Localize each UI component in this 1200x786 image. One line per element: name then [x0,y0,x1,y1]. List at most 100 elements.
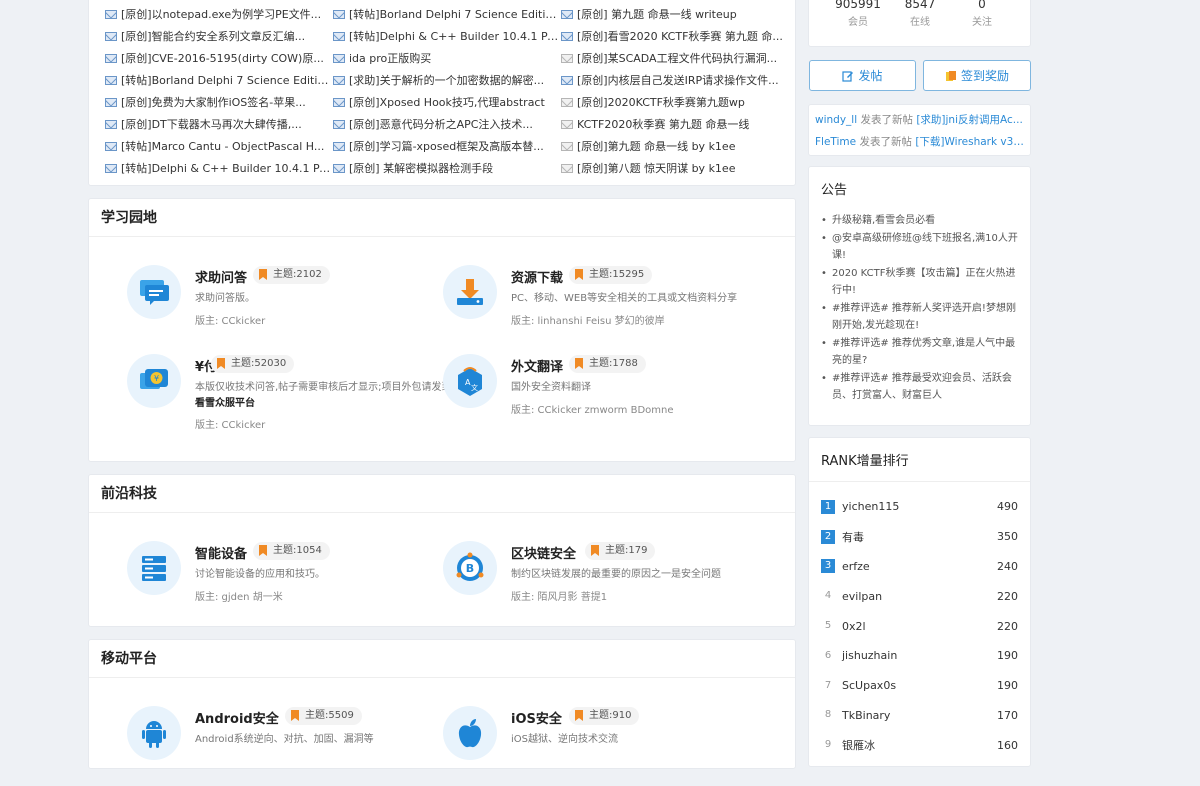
post-link[interactable]: [转帖]Delphi & C++ Builder 10.4.1 Pa... [333,25,561,47]
coin-icon [945,70,956,81]
post-link[interactable]: [原创]CVE-2016-5195(dirty COW)原... [105,47,333,69]
rank-user[interactable]: jishuzhain [842,649,988,662]
post-link[interactable]: [原创]恶意代码分析之APC注入技术... [333,113,561,135]
mail-read-icon [561,163,573,173]
rank-score: 490 [997,500,1018,514]
rank-user[interactable]: erfze [842,560,988,573]
post-link[interactable]: [转帖]Borland Delphi 7 Science Editio... [333,3,561,25]
post-link[interactable]: [原创] 某解密模拟器检测手段 [333,157,561,179]
notice-item[interactable]: #推荐评选# 推荐新人奖评选开启!梦想刚刚开始,发光趁现在! [821,300,1018,334]
post-link[interactable]: [原创]学习篇-xposed框架及高版本替... [333,135,561,157]
latest-posts-panel: [原创]以notepad.exe为例学习PE文件... [转帖]Borland … [88,0,796,186]
bookmark-icon [259,545,267,556]
forum-name[interactable]: 求助问答 [195,267,247,286]
forum-desc: 本版仅收技术问答,帖子需要审核后才显示;项目外包请发到看雪众服平台 [195,382,452,409]
forum-name[interactable]: 智能设备 [195,543,247,562]
mail-icon [561,9,573,19]
forum-ios[interactable]: iOS安全 主题:910 iOS越狱、逆向技术交流 [443,706,763,786]
post-link[interactable]: [原创]2020KCTF秋季赛第九题wp [561,91,789,113]
forum-moderators: 版主: CCkicker [195,420,266,431]
download-icon [443,265,497,319]
rank-row: 4 evilpan 220 [821,581,1018,611]
notice-item[interactable]: @安卓高级研修班@线下班报名,满10人开课! [821,230,1018,264]
bookmark-icon [291,710,299,721]
post-link[interactable]: [转帖]Borland Delphi 7 Science Editio... [105,69,333,91]
forum-blockchain[interactable]: B 区块链安全 主题:179 制约区块链发展的最重要的原因之一是安全问题 版主:… [443,541,763,621]
topic-count-badge: 主题:910 [569,707,640,725]
rank-row: 5 0x2l 220 [821,611,1018,641]
forum-paid-qa[interactable]: ¥ ¥付费问答 主题:52030 本版仅收技术问答,帖子需要审核后才显示;项目外… [127,354,452,434]
rank-title: RANK增量排行 [809,450,1030,482]
rank-user[interactable]: yichen115 [842,500,988,513]
mail-icon [105,31,117,41]
post-link[interactable]: [原创]看雪2020 KCTF秋季赛 第九题 命... [561,25,789,47]
post-link[interactable]: [原创]第八题 惊天阴谋 by k1ee [561,157,789,179]
feed-item[interactable]: FleTime 发表了新帖 [下载]Wireshark v3.... [815,131,1024,153]
rank-user[interactable]: TkBinary [842,709,988,722]
mail-read-icon [561,119,573,129]
post-link[interactable]: ida pro正版购买 [333,47,561,69]
forum-resources[interactable]: 资源下载 主题:15295 PC、移动、WEB等安全相关的工具或文档资料分享 版… [443,265,763,345]
post-link[interactable]: [原创]Xposed Hook技巧,代理abstract [333,91,561,113]
signin-reward-button[interactable]: 签到奖励 [923,60,1031,91]
mail-icon [105,97,117,107]
post-link[interactable]: [求助]关于解析的一个加密数据的解密... [333,69,561,91]
mail-read-icon [561,53,573,63]
mail-icon [105,119,117,129]
forum-name[interactable]: 外文翻译 [511,356,563,375]
mail-icon [333,119,345,129]
rank-user[interactable]: ScUpax0s [842,679,988,692]
bookmark-icon [575,710,583,721]
edit-icon [842,70,854,82]
section-learning: 学习园地 求助问答 主题:2102 求助问答版。 版主: CCkicker 资源… [88,198,796,462]
forum-smart-devices[interactable]: 智能设备 主题:1054 讨论智能设备的应用和技巧。 版主: gjden 胡一米 [127,541,447,621]
post-link[interactable]: [原创]某SCADA工程文件代码执行漏洞... [561,47,789,69]
rank-number: 4 [824,590,832,602]
post-link[interactable]: [原创]第九题 命悬一线 by k1ee [561,135,789,157]
notice-item[interactable]: 升级秘籍,看雪会员必看 [821,212,1018,229]
forum-name[interactable]: iOS安全 [511,708,562,727]
rank-user[interactable]: 银雁冰 [842,737,988,753]
post-link[interactable]: [转帖]Delphi & C++ Builder 10.4.1 Pa... [105,157,333,179]
post-link[interactable]: KCTF2020秋季赛 第九题 命悬一线 [561,113,789,135]
rank-number: 9 [824,739,832,751]
post-link[interactable]: [转帖]Marco Cantu - ObjectPascal H... [105,135,333,157]
forum-name[interactable]: 区块链安全 [511,543,576,562]
rank-row: 6 jishuzhain 190 [821,641,1018,671]
forum-desc: 讨论智能设备的应用和技巧。 [195,569,325,580]
rank-score: 220 [997,619,1018,633]
notice-item[interactable]: #推荐评选# 推荐优秀文章,谁是人气中最亮的星? [821,335,1018,369]
post-link[interactable]: [原创]以notepad.exe为例学习PE文件... [105,3,333,25]
forum-name[interactable]: Android安全 [195,708,279,727]
forum-moderators: 版主: CCkicker [195,316,266,327]
forum-translation[interactable]: A文 外文翻译 主题:1788 国外安全资料翻译 版主: CCkicker zm… [443,354,763,434]
mail-icon [333,53,345,63]
forum-name[interactable]: 资源下载 [511,267,563,286]
rank-number: 6 [824,649,832,661]
post-link[interactable]: [原创]智能合约安全系列文章反汇编... [105,25,333,47]
rank-user[interactable]: evilpan [842,590,988,603]
forum-desc: iOS越狱、逆向技术交流 [511,734,618,745]
rank-user[interactable]: 有毒 [842,529,988,545]
rank-user[interactable]: 0x2l [842,620,988,633]
notice-item[interactable]: #推荐评选# 推荐最受欢迎会员、活跃会员、打赏富人、财富巨人 [821,370,1018,404]
new-post-button[interactable]: 发帖 [809,60,916,91]
post-link[interactable]: [原创]免费为大家制作iOS签名-苹果... [105,91,333,113]
stat-following: 0 关注 [972,0,992,28]
notice-item[interactable]: 2020 KCTF秋季赛【攻击篇】正在火热进行中! [821,265,1018,299]
rank-score: 190 [997,649,1018,663]
server-icon [127,541,181,595]
post-link[interactable]: [原创]内核层自己发送IRP请求操作文件... [561,69,789,91]
topic-count-badge: 主题:179 [585,542,656,560]
forum-help-qa[interactable]: 求助问答 主题:2102 求助问答版。 版主: CCkicker [127,265,447,345]
rank-score: 220 [997,589,1018,603]
mail-icon [333,97,345,107]
feed-item[interactable]: windy_ll 发表了新帖 [求助]jni反射调用Ac... [815,109,1024,131]
forum-android[interactable]: Android安全 主题:5509 Android系统逆向、对抗、加固、漏洞等 [127,706,447,786]
topic-count-badge: 主题:15295 [569,266,653,284]
mail-icon [561,31,573,41]
mail-icon [561,75,573,85]
post-link[interactable]: [原创] 第九题 命悬一线 writeup [561,3,789,25]
post-link[interactable]: [原创]DT下载器木马再次大肆传播,... [105,113,333,135]
notice-list: 升级秘籍,看雪会员必看 @安卓高级研修班@线下班报名,满10人开课! 2020 … [821,212,1018,404]
